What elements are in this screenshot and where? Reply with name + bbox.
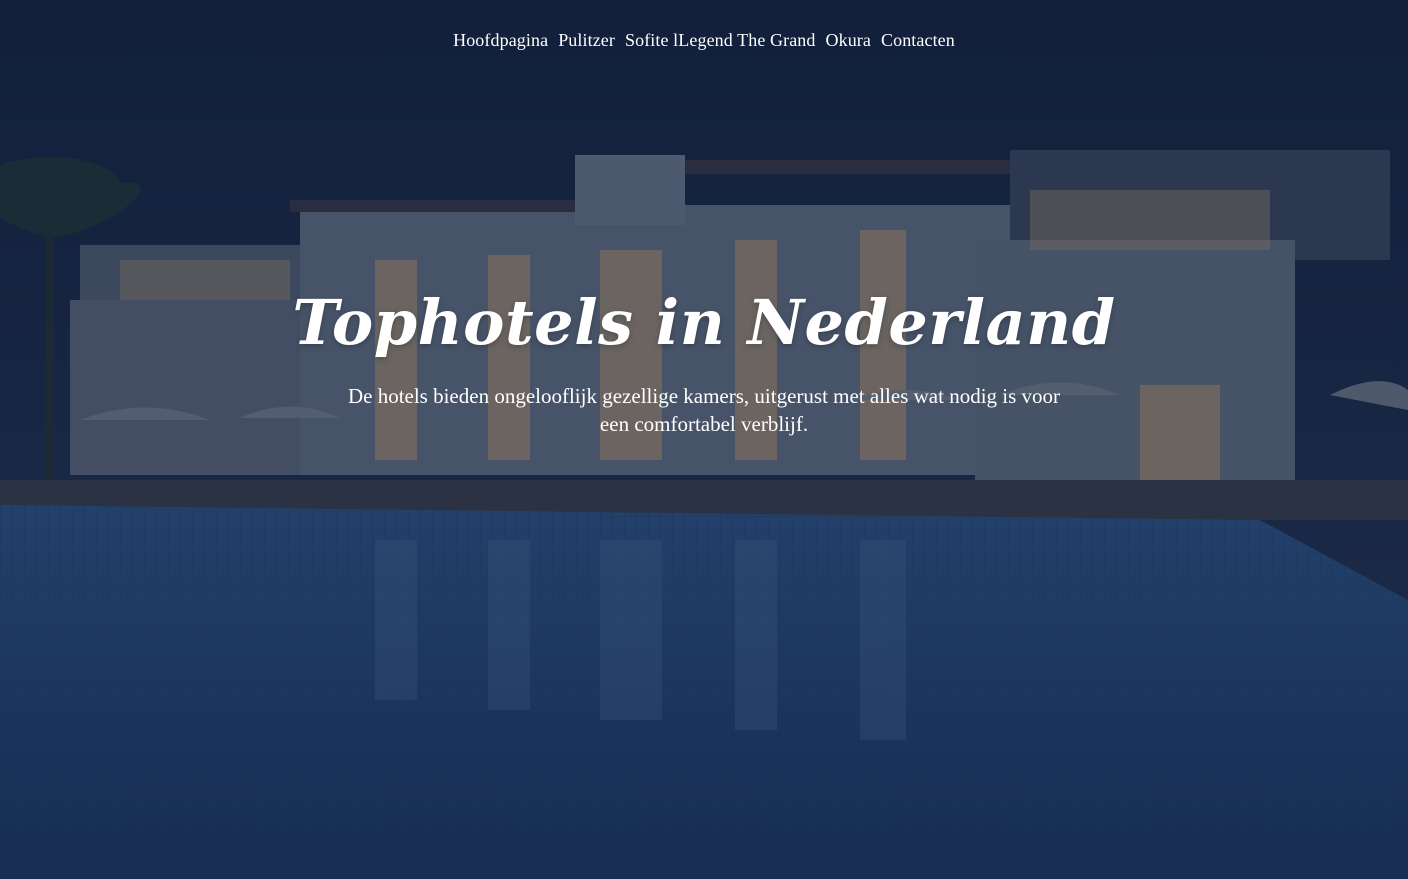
main-navigation: Hoofdpagina Pulitzer Sofite lLegend The … [0, 30, 1408, 51]
nav-link-okura[interactable]: Okura [826, 30, 871, 51]
hero-background-image [0, 0, 1408, 879]
nav-link-contacten[interactable]: Contacten [881, 30, 955, 51]
nav-link-sofitel-legend-the-grand[interactable]: Sofite lLegend The Grand [625, 30, 816, 51]
hero-subtitle: De hotels bieden ongelooflijk gezellige … [347, 384, 1061, 436]
hero-title: Tophotels in Nederland [292, 286, 1116, 359]
nav-link-hoofdpagina[interactable]: Hoofdpagina [453, 30, 548, 51]
nav-link-pulitzer[interactable]: Pulitzer [558, 30, 615, 51]
